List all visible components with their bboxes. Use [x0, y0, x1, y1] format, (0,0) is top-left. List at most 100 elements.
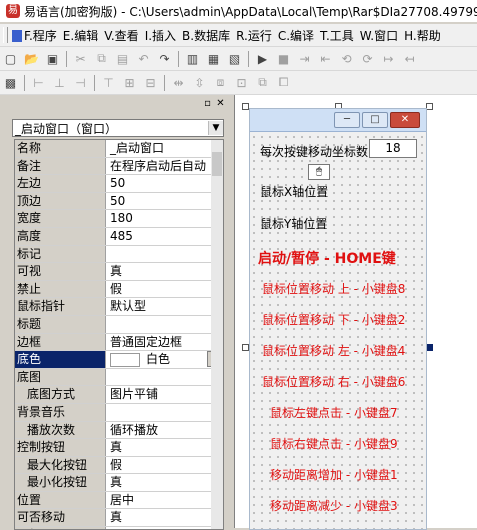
- open-icon[interactable]: 📂: [23, 50, 40, 67]
- property-row[interactable]: 边框 普通固定边框: [15, 333, 223, 352]
- selection-handle[interactable]: [242, 103, 249, 110]
- property-value[interactable]: 默认型: [106, 298, 223, 315]
- menu-window[interactable]: W.窗口: [360, 27, 404, 44]
- property-value[interactable]: 485: [106, 228, 223, 245]
- menu-database[interactable]: B.数据库: [182, 27, 236, 44]
- step4-icon[interactable]: ⟳: [359, 50, 376, 67]
- align-bottom-icon[interactable]: ⊟: [142, 74, 159, 91]
- menu-help[interactable]: H.帮助: [404, 27, 447, 44]
- undo-icon[interactable]: ↶: [135, 50, 152, 67]
- property-row[interactable]: 备注 在程序启动后自动: [15, 157, 223, 176]
- property-value[interactable]: 图片平铺: [106, 386, 223, 403]
- property-value[interactable]: 假: [106, 281, 223, 298]
- property-row[interactable]: 标题: [15, 315, 223, 334]
- property-value[interactable]: 真: [106, 439, 223, 456]
- align-middle-icon[interactable]: ⊞: [121, 74, 138, 91]
- property-value[interactable]: 在程序启动后自动: [106, 158, 223, 175]
- property-row[interactable]: 位置 居中: [15, 491, 223, 510]
- minimize-icon[interactable]: ─: [334, 112, 360, 128]
- layout2-icon[interactable]: ▦: [205, 50, 222, 67]
- step3-icon[interactable]: ⟲: [338, 50, 355, 67]
- property-row[interactable]: 可视真: [15, 263, 223, 281]
- chevron-down-icon[interactable]: ▼: [208, 121, 223, 135]
- scroll-thumb[interactable]: [212, 152, 222, 176]
- property-value[interactable]: 真: [106, 263, 223, 280]
- property-row[interactable]: 底图: [15, 368, 223, 387]
- space-h-icon[interactable]: ⇹: [170, 74, 187, 91]
- property-row[interactable]: 底色白色▼: [15, 351, 223, 369]
- property-row[interactable]: 可否移动真: [15, 509, 223, 528]
- property-value[interactable]: 50: [106, 193, 223, 210]
- form-window[interactable]: ─ □ ✕ 每次按键移动坐标数 18 🖱 鼠标X轴位置 鼠标Y轴位置 启动/暂停…: [249, 108, 427, 530]
- step6-icon[interactable]: ↤: [401, 50, 418, 67]
- close-icon[interactable]: ✕: [390, 112, 420, 128]
- property-row[interactable]: 名称 _启动窗口: [15, 140, 223, 158]
- step5-icon[interactable]: ↦: [380, 50, 397, 67]
- stop-icon[interactable]: ■: [275, 50, 292, 67]
- cut-icon[interactable]: ✂: [72, 50, 89, 67]
- property-value[interactable]: 真: [106, 474, 223, 491]
- align-right-icon[interactable]: ⊣: [72, 74, 89, 91]
- property-row[interactable]: 播放次数 循环播放: [15, 421, 223, 440]
- property-value[interactable]: 居中: [106, 492, 223, 509]
- property-row[interactable]: 宽度 180: [15, 210, 223, 228]
- property-row[interactable]: 最大化按钮假: [15, 456, 223, 475]
- selection-handle[interactable]: [242, 344, 249, 351]
- property-value[interactable]: 180: [106, 210, 223, 227]
- property-scrollbar[interactable]: [211, 140, 223, 529]
- paste-icon[interactable]: ▤: [114, 50, 131, 67]
- property-row[interactable]: 顶边 50: [15, 192, 223, 211]
- step2-icon[interactable]: ⇤: [317, 50, 334, 67]
- property-row[interactable]: 高度 485: [15, 227, 223, 246]
- property-row[interactable]: 背景音乐: [15, 403, 223, 422]
- menu-run[interactable]: R.运行: [236, 27, 278, 44]
- property-value[interactable]: [106, 404, 223, 421]
- space-v-icon[interactable]: ⇳: [191, 74, 208, 91]
- property-row[interactable]: 标记: [15, 245, 223, 264]
- align-top-icon[interactable]: ⊤: [100, 74, 117, 91]
- property-row[interactable]: 底图方式 图片平铺: [15, 386, 223, 404]
- property-value[interactable]: 50: [106, 175, 223, 192]
- menu-tools[interactable]: T.工具: [320, 27, 360, 44]
- restore-icon[interactable]: ▫: [202, 98, 213, 109]
- layout1-icon[interactable]: ▥: [184, 50, 201, 67]
- send-back-icon[interactable]: ⧠: [275, 74, 292, 91]
- property-value[interactable]: 白色▼: [106, 351, 223, 368]
- property-value[interactable]: _启动窗口: [106, 140, 223, 157]
- redo-icon[interactable]: ↷: [156, 50, 173, 67]
- bring-front-icon[interactable]: ⧉: [254, 74, 271, 91]
- menu-program[interactable]: F.程序: [12, 27, 63, 44]
- menu-view[interactable]: V.查看: [104, 27, 144, 44]
- menu-edit[interactable]: E.编辑: [63, 27, 104, 44]
- property-value[interactable]: 真: [106, 509, 223, 526]
- center-icon[interactable]: ⊡: [233, 74, 250, 91]
- selection-handle[interactable]: [426, 103, 433, 110]
- property-value[interactable]: 假: [106, 457, 223, 474]
- align-left-icon[interactable]: ⊢: [30, 74, 47, 91]
- save-icon[interactable]: ▣: [44, 50, 61, 67]
- property-value[interactable]: [106, 246, 223, 263]
- property-row[interactable]: 最小化按钮真: [15, 474, 223, 492]
- property-value[interactable]: [106, 369, 223, 386]
- layout3-icon[interactable]: ▧: [226, 50, 243, 67]
- align-center-icon[interactable]: ⊥: [51, 74, 68, 91]
- menu-compile[interactable]: C.编译: [278, 27, 320, 44]
- property-value[interactable]: [106, 316, 223, 333]
- menu-insert[interactable]: I.插入: [145, 27, 182, 44]
- close-icon[interactable]: ✕: [215, 98, 226, 109]
- property-value[interactable]: 普通固定边框: [106, 334, 223, 351]
- run-icon[interactable]: ▶: [254, 50, 271, 67]
- step-icon[interactable]: ⇥: [296, 50, 313, 67]
- property-row[interactable]: 禁止假: [15, 280, 223, 299]
- property-value[interactable]: 循环播放: [106, 422, 223, 439]
- copy-icon[interactable]: ⧉: [93, 50, 110, 67]
- selection-handle[interactable]: [426, 344, 433, 351]
- new-icon[interactable]: ▢: [2, 50, 19, 67]
- object-selector[interactable]: _启动窗口（窗口） ▼: [12, 119, 224, 137]
- move-coord-input[interactable]: 18: [369, 139, 417, 158]
- property-row[interactable]: 控制按钮真: [15, 439, 223, 457]
- property-row[interactable]: 左边 50: [15, 175, 223, 193]
- same-size-icon[interactable]: ⧈: [212, 74, 229, 91]
- property-row[interactable]: 鼠标指针 默认型: [15, 298, 223, 316]
- align-icon[interactable]: ▩: [2, 74, 19, 91]
